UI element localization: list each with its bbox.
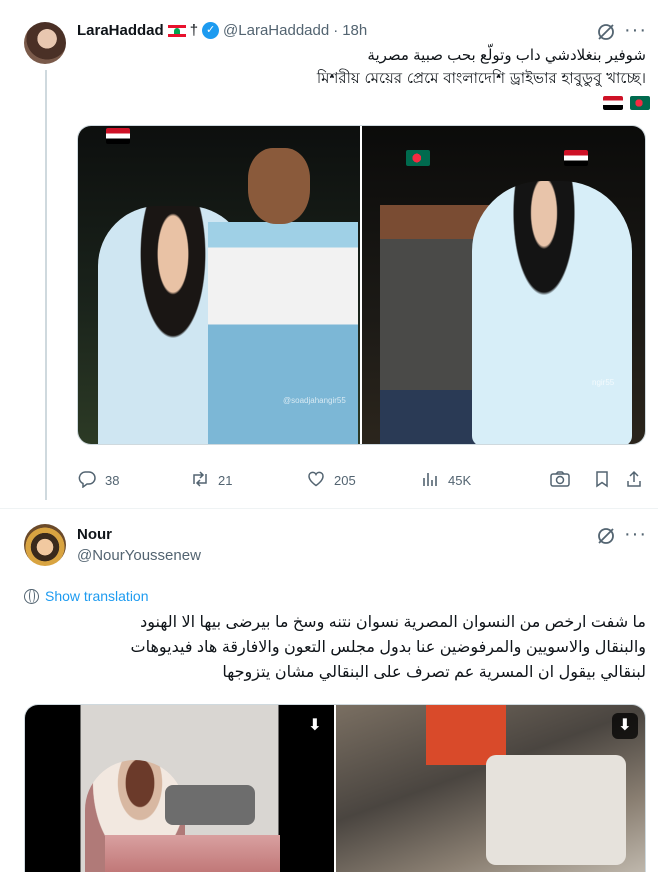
photo-couple-left[interactable]: @soadjahangir55 [78, 126, 360, 444]
share-button[interactable] [624, 466, 644, 494]
tweet-media[interactable]: @soadjahangir55 ngir55 [77, 125, 646, 445]
more-icon[interactable]: ··· [624, 20, 647, 40]
tweet-flags [600, 94, 651, 112]
like-button[interactable]: 205 [306, 466, 356, 494]
tweet-text-line1: ما شفت ارخص من النسوان المصرية نسوان نتن… [140, 614, 646, 631]
download-icon[interactable]: ⬇ [612, 713, 638, 739]
like-count: 205 [334, 472, 356, 488]
author-handle[interactable]: @LaraHaddadd [223, 22, 329, 39]
photo-couple-right[interactable]: ngir55 [362, 126, 645, 444]
tweet-header: LaraHaddad † ✓ @LaraHaddadd · 18h [77, 22, 367, 39]
bangladesh-flag-icon [406, 150, 430, 166]
bookmark-button[interactable] [592, 466, 612, 494]
watermark: @soadjahangir55 [283, 396, 346, 405]
grok-icon[interactable] [596, 526, 616, 550]
author-name[interactable]: LaraHaddad [77, 22, 164, 39]
tweet-header: Nour [77, 526, 112, 543]
author-name[interactable]: Nour [77, 526, 112, 543]
timestamp[interactable]: 18h [342, 22, 367, 39]
globe-icon [24, 588, 39, 604]
camera-icon [549, 470, 570, 491]
tweet-text-bengali: মিশরীয় মেয়ের প্রেমে বাংলাদেশি ড্রাইভার… [316, 69, 646, 87]
tweet-text-line2: والبنقال والاسويين والمرفوضين عنا بدول م… [130, 639, 646, 656]
repost-count: 21 [218, 472, 233, 488]
grok-icon[interactable] [596, 22, 616, 46]
author-suffix: † [189, 22, 199, 39]
views-icon [420, 470, 440, 491]
show-translation-label: Show translation [45, 588, 149, 604]
video-left[interactable]: ⬇ [25, 705, 334, 872]
watermark: ngir55 [592, 378, 615, 387]
woman-figure [472, 181, 632, 444]
video-right[interactable]: ⬇ [336, 705, 645, 872]
egypt-flag-icon [564, 150, 588, 166]
sewing-machine [486, 755, 626, 865]
tweet-actions: 38 21 205 45K [0, 466, 658, 494]
bookmark-icon [592, 470, 612, 491]
egypt-flag-icon [603, 95, 623, 110]
separator: · [333, 22, 339, 39]
reply-button[interactable]: 38 [77, 466, 119, 494]
reply-icon [77, 470, 97, 491]
repost-button[interactable]: 21 [190, 466, 232, 494]
thread-line [45, 70, 47, 500]
man-face [248, 148, 310, 224]
tweet-videos[interactable]: ⬇ ⬇ [24, 704, 646, 872]
share-icon [624, 470, 644, 491]
tweet-subheader: @NourYoussenew [77, 547, 201, 564]
avatar[interactable] [24, 22, 66, 64]
avatar[interactable] [24, 524, 66, 566]
repost-icon [190, 470, 210, 491]
fabric [105, 835, 280, 872]
tweet-text-line3: لبنقالي بيقول ان المسرية عم تصرف على الب… [222, 664, 646, 681]
verified-badge-icon: ✓ [202, 22, 220, 39]
views-count: 45K [448, 472, 472, 488]
views-button[interactable]: 45K [420, 466, 471, 494]
bangladesh-flag-icon [630, 95, 651, 110]
download-icon[interactable]: ⬇ [302, 713, 328, 739]
heart-icon [306, 470, 326, 491]
more-icon[interactable]: ··· [624, 524, 647, 544]
egypt-flag-icon [106, 128, 130, 144]
reply-count: 38 [105, 472, 120, 488]
tweet-lara[interactable]: LaraHaddad † ✓ @LaraHaddadd · 18h ··· شو… [0, 0, 658, 508]
lebanon-flag-icon [167, 24, 186, 37]
author-handle[interactable]: @NourYoussenew [77, 547, 201, 564]
grok-image-button[interactable] [549, 466, 570, 494]
show-translation-link[interactable]: Show translation [24, 588, 149, 604]
sewing-machine [165, 785, 255, 825]
tweet-text-arabic: شوفير بنغلادشي داب وتولّع بحب صبية مصرية [367, 47, 646, 64]
